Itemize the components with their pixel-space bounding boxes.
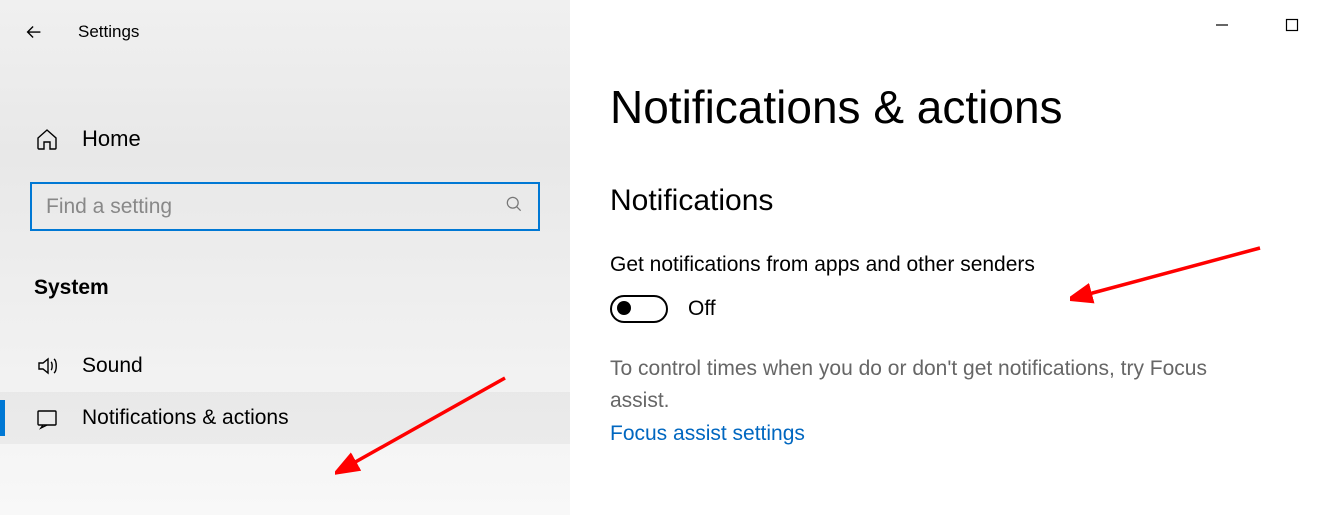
back-button[interactable] xyxy=(20,18,48,46)
toggle-state: Off xyxy=(688,297,716,321)
section-title: Notifications xyxy=(610,184,1267,218)
toggle-description: To control times when you do or don't ge… xyxy=(610,353,1267,416)
minimize-button[interactable] xyxy=(1207,10,1237,40)
titlebar: Settings xyxy=(0,10,570,66)
toggle-knob xyxy=(617,301,631,315)
home-label: Home xyxy=(82,126,141,152)
notification-icon xyxy=(34,406,60,430)
focus-assist-link[interactable]: Focus assist settings xyxy=(610,422,1267,446)
window-controls xyxy=(1207,10,1307,40)
app-title: Settings xyxy=(78,22,139,42)
main-content: Notifications & actions Notifications Ge… xyxy=(570,0,1327,515)
toggle-label: Get notifications from apps and other se… xyxy=(610,253,1267,277)
maximize-button[interactable] xyxy=(1277,10,1307,40)
search-input[interactable] xyxy=(46,195,504,219)
search-box[interactable] xyxy=(30,182,540,231)
sidebar-item-sound[interactable]: Sound xyxy=(0,340,570,392)
sidebar: Settings Home Sys xyxy=(0,0,570,515)
sidebar-item-notifications[interactable]: Notifications & actions xyxy=(0,392,570,444)
sidebar-home[interactable]: Home xyxy=(30,116,540,182)
home-icon xyxy=(34,127,60,151)
nav-label: Sound xyxy=(82,354,143,378)
nav-label: Notifications & actions xyxy=(82,406,289,430)
notifications-toggle[interactable] xyxy=(610,295,668,323)
category-label: System xyxy=(30,276,540,300)
sound-icon xyxy=(34,354,60,378)
search-icon xyxy=(504,194,524,219)
page-title: Notifications & actions xyxy=(610,80,1267,134)
